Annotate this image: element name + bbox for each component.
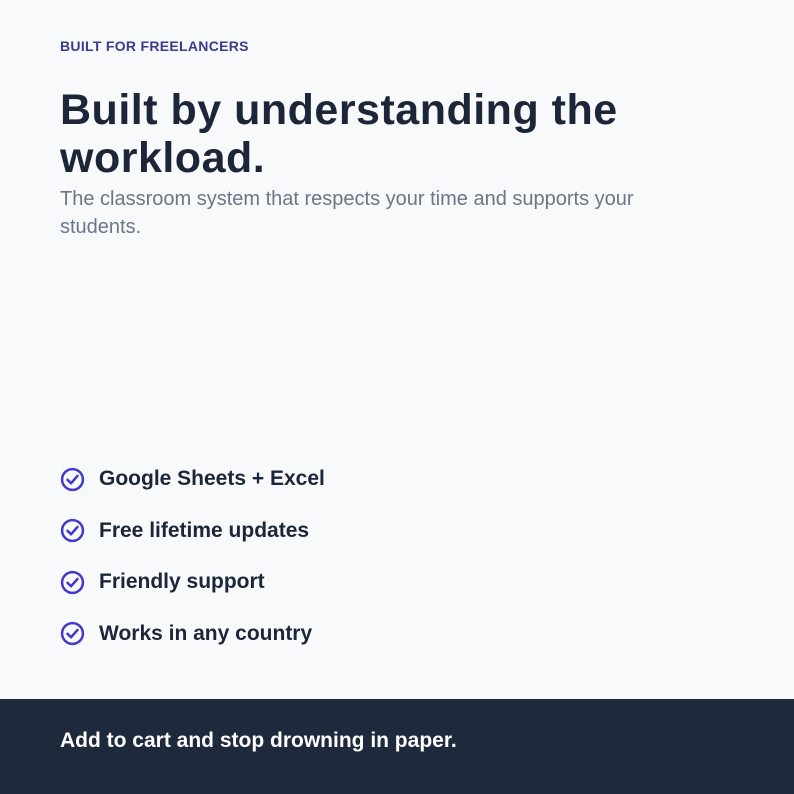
feature-list: Google Sheets + Excel Free lifetime upda…: [60, 465, 325, 671]
footer-cta-text: Add to cart and stop drowning in paper.: [60, 729, 457, 752]
feature-label: Google Sheets + Excel: [99, 467, 325, 490]
check-circle-icon: [60, 621, 85, 646]
feature-label: Works in any country: [99, 621, 313, 645]
check-circle-icon: [60, 518, 85, 543]
subheading: The classroom system that respects your …: [60, 188, 634, 238]
footer-banner: Add to cart and stop drowning in paper.: [0, 699, 794, 794]
feature-label: Free lifetime updates: [99, 518, 310, 542]
feature-item-any-country: Works in any country: [60, 620, 325, 648]
feature-item-lifetime-updates: Free lifetime updates: [60, 517, 325, 545]
page-title: Built by understanding the workload.: [60, 86, 618, 182]
check-circle-icon: [60, 570, 85, 594]
feature-label: Friendly support: [99, 570, 265, 593]
eyebrow-label: BUILT FOR FREELANCERS: [60, 38, 249, 54]
check-circle-icon: [60, 467, 85, 491]
feature-item-google-sheets: Google Sheets + Excel: [60, 465, 325, 493]
page: BUILT FOR FREELANCERS Built by understan…: [0, 0, 794, 794]
feature-item-friendly-support: Friendly support: [60, 568, 325, 596]
